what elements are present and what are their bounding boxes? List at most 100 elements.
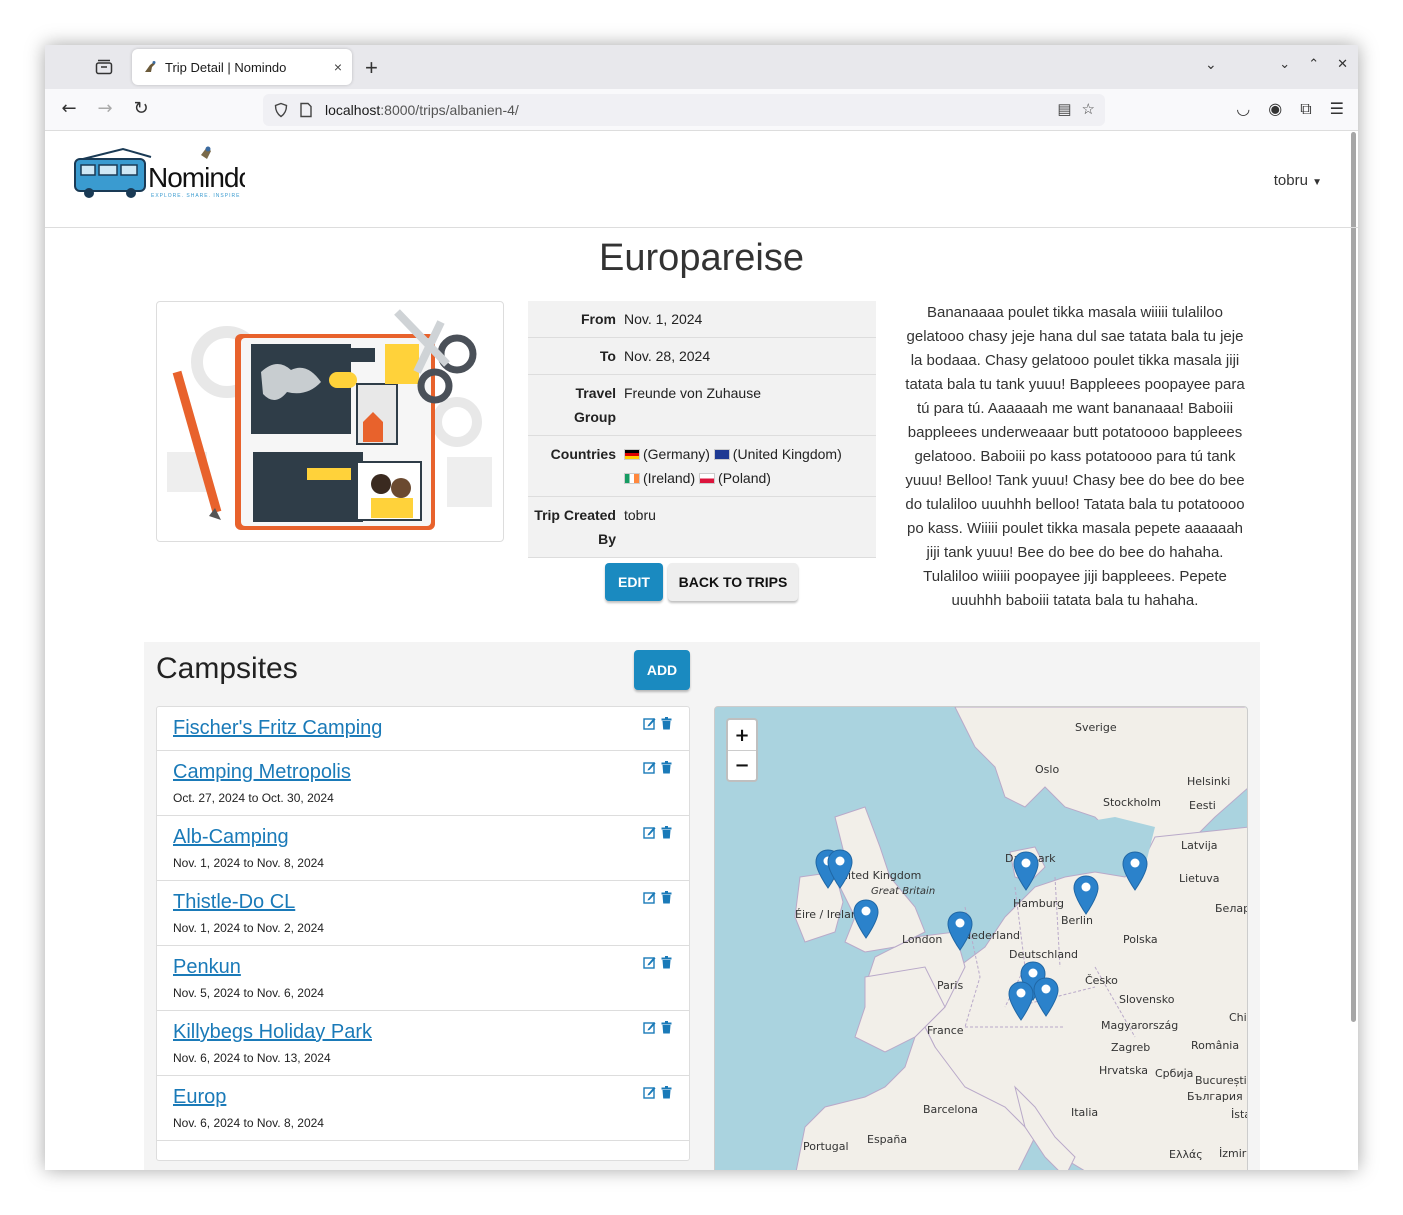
close-tab-icon[interactable]: × — [334, 59, 342, 75]
detail-row-group: Travel Group Freunde von Zuhause — [528, 375, 876, 436]
trash-icon[interactable] — [660, 826, 673, 839]
edit-trip-button[interactable]: EDIT — [605, 563, 663, 601]
map-marker-icon[interactable] — [1122, 851, 1148, 891]
detail-row-countries: Countries (Germany) (United Kingdom) (Ir… — [528, 436, 876, 497]
edit-icon[interactable] — [643, 717, 656, 730]
edit-icon[interactable] — [643, 761, 656, 774]
campsite-dates: Nov. 5, 2024 to Nov. 6, 2024 — [173, 986, 324, 1000]
edit-icon[interactable] — [643, 956, 656, 969]
url-bar[interactable]: localhost:8000/trips/albanien-4/ ▤ ☆ — [263, 94, 1105, 126]
campsite-link[interactable]: Camping Metropolis — [173, 760, 673, 784]
map-label: France — [927, 1024, 964, 1037]
map-label: Portugal — [803, 1140, 849, 1153]
detail-row-to: To Nov. 28, 2024 — [528, 338, 876, 375]
list-item — [157, 1141, 689, 1160]
list-item: Penkun Nov. 5, 2024 to Nov. 6, 2024 — [157, 946, 689, 1011]
edit-icon[interactable] — [643, 891, 656, 904]
extensions-icon[interactable]: ⧉ — [1300, 99, 1311, 119]
uk-flag-icon — [713, 449, 730, 460]
forward-arrow-icon[interactable]: → — [93, 98, 117, 119]
page-content: Nomindo EXPLORE. SHARE. INSPIRE tobru ▼ … — [45, 132, 1358, 1170]
campsite-list: Fischer's Fritz Camping Camping Metropol… — [156, 706, 690, 1161]
map-label: România — [1191, 1039, 1240, 1052]
map-marker-icon[interactable] — [1013, 851, 1039, 891]
map-label: Barcelona — [923, 1103, 978, 1116]
bookmark-star-icon[interactable]: ☆ — [1082, 100, 1095, 118]
map-label: Hrvatska — [1099, 1064, 1149, 1077]
trash-icon[interactable] — [660, 956, 673, 969]
group-label: Travel Group — [574, 385, 616, 425]
map-marker-icon[interactable] — [853, 899, 879, 939]
trip-description: Bananaaaa poulet tikka masala wiiiii tul… — [905, 304, 1245, 609]
tab-trip-detail[interactable]: Trip Detail | Nomindo × — [132, 49, 352, 85]
back-to-trips-button[interactable]: BACK TO TRIPS — [668, 563, 798, 601]
map-marker-icon[interactable] — [947, 911, 973, 951]
campsite-link[interactable]: Penkun — [173, 955, 673, 979]
trash-icon[interactable] — [660, 891, 673, 904]
map-marker-icon[interactable] — [1008, 981, 1034, 1021]
campsite-dates: Oct. 27, 2024 to Oct. 30, 2024 — [173, 791, 334, 805]
shield-icon[interactable] — [273, 102, 289, 118]
user-name: tobru — [1273, 172, 1308, 189]
edit-icon[interactable] — [643, 826, 656, 839]
menu-icon[interactable]: ☰ — [1330, 99, 1344, 119]
account-icon[interactable]: ◉ — [1268, 99, 1282, 119]
url-path: :8000/trips/albanien-4/ — [380, 102, 519, 118]
minimize-icon[interactable]: ⌄ — [1279, 57, 1290, 72]
close-window-icon[interactable]: ✕ — [1337, 57, 1348, 72]
url-host: localhost — [325, 102, 381, 118]
trash-icon[interactable] — [660, 761, 673, 774]
logo-tagline: EXPLORE. SHARE. INSPIRE — [151, 193, 240, 199]
from-value: Nov. 1, 2024 — [624, 311, 703, 327]
tab-bar: Trip Detail | Nomindo × + ⌄ ⌄ ⌃ ✕ — [45, 45, 1358, 89]
map-label: Eesti — [1189, 799, 1216, 812]
zoom-in-button[interactable]: + — [728, 720, 756, 750]
ireland-flag-icon — [624, 473, 640, 484]
trip-details-table: From Nov. 1, 2024 To Nov. 28, 2024 Trave… — [528, 301, 876, 558]
edit-icon[interactable] — [643, 1086, 656, 1099]
map-label: Great Britain — [871, 886, 936, 897]
pocket-icon[interactable]: ◡ — [1236, 99, 1250, 119]
campsite-link[interactable]: Alb-Camping — [173, 825, 673, 849]
map-label: Sverige — [1075, 721, 1117, 734]
campsite-link[interactable]: Europ — [173, 1085, 673, 1109]
trash-icon[interactable] — [660, 717, 673, 730]
country-poland: (Poland) — [718, 470, 771, 486]
nomindo-logo[interactable]: Nomindo EXPLORE. SHARE. INSPIRE — [73, 145, 245, 201]
map-marker-icon[interactable] — [1073, 875, 1099, 915]
edit-icon[interactable] — [643, 1021, 656, 1034]
list-item: Fischer's Fritz Camping — [157, 707, 689, 751]
campsite-map[interactable]: + − Sverige Oslo Helsinki Stockholm Eest… — [714, 706, 1248, 1170]
map-marker-icon[interactable] — [827, 849, 853, 889]
zoom-out-button[interactable]: − — [728, 750, 756, 780]
list-all-tabs-icon[interactable]: ⌄ — [1205, 57, 1217, 73]
map-label: Oslo — [1035, 763, 1060, 776]
list-item: Killybegs Holiday Park Nov. 6, 2024 to N… — [157, 1011, 689, 1076]
campsite-link[interactable]: Thistle-Do CL — [173, 890, 673, 914]
list-item: Thistle-Do CL Nov. 1, 2024 to Nov. 2, 20… — [157, 881, 689, 946]
poland-flag-icon — [699, 473, 716, 484]
map-label: Lietuva — [1179, 872, 1220, 885]
back-arrow-icon[interactable]: ← — [57, 98, 81, 119]
tab-list-icon[interactable] — [93, 57, 115, 77]
trash-icon[interactable] — [660, 1086, 673, 1099]
navigation-bar: ← → ↻ localhost:8000/trips/albanien-4/ ▤… — [45, 89, 1358, 131]
map-label: Česko — [1085, 974, 1118, 987]
trash-icon[interactable] — [660, 1021, 673, 1034]
map-marker-icon[interactable] — [1033, 977, 1059, 1017]
add-campsite-button[interactable]: ADD — [634, 650, 690, 690]
new-tab-button[interactable]: + — [365, 55, 378, 81]
campsite-link[interactable]: Killybegs Holiday Park — [173, 1020, 673, 1044]
reload-icon[interactable]: ↻ — [129, 98, 153, 119]
map-label: Italia — [1071, 1106, 1099, 1119]
campsite-link[interactable]: Fischer's Fritz Camping — [173, 716, 673, 740]
travel-notebook-illustration — [167, 309, 492, 530]
maximize-icon[interactable]: ⌃ — [1308, 57, 1319, 72]
campsite-dates: Nov. 1, 2024 to Nov. 8, 2024 — [173, 856, 324, 870]
map-label: Ελλάς — [1169, 1148, 1203, 1161]
map-label: Hamburg — [1013, 897, 1064, 910]
page-icon — [300, 102, 312, 118]
user-menu-dropdown[interactable]: tobru ▼ — [1274, 172, 1322, 189]
campsites-section: Campsites ADD Fischer's Fritz Camping Ca… — [144, 642, 1260, 1170]
reader-view-icon[interactable]: ▤ — [1057, 100, 1071, 118]
